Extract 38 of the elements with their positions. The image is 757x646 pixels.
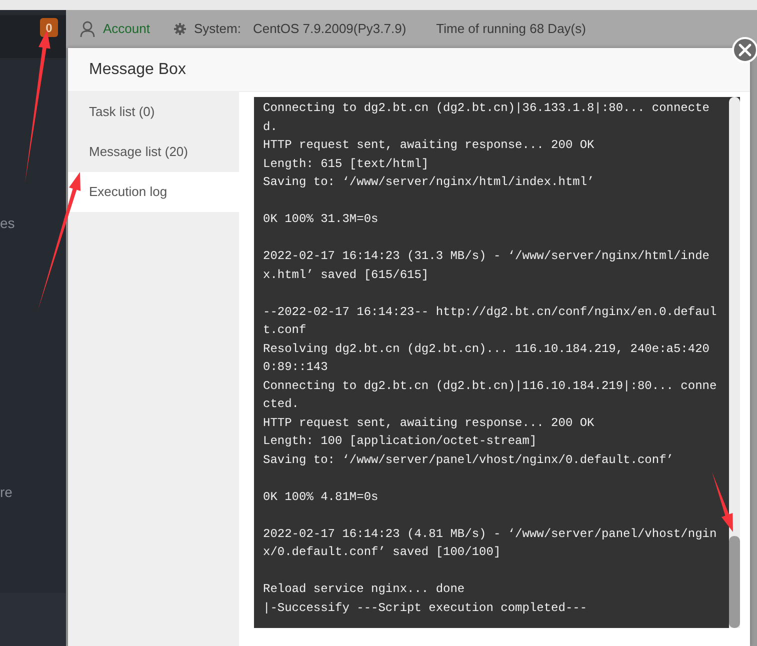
account-link[interactable]: Account xyxy=(103,19,150,39)
log-line: --2022-02-17 16:14:23-- http://dg2.bt.cn/conf/nginx/en.0.defaul xyxy=(263,304,718,320)
settings-icon xyxy=(174,23,186,35)
tab[interactable]: Task list (0) xyxy=(68,92,239,132)
log-line: cted. xyxy=(263,396,300,413)
log-line: 2022-02-17 16:14:23 (4.81 MB/s) - ‘/www/server/panel/vhost/ngin xyxy=(263,526,718,542)
scrollbar[interactable] xyxy=(729,97,740,628)
log-line: 2022-02-17 16:14:23 (31.3 MB/s) - ‘/www/server/nginx/html/inde xyxy=(263,248,710,265)
log-line: x/0.default.conf’ saved [100/100] xyxy=(263,544,502,561)
log-line: Connecting to dg2.bt.cn (dg2.bt.cn)|116.10.184.219|:80... conne xyxy=(263,378,718,394)
tab[interactable]: Message list (20) xyxy=(68,132,239,172)
log-line: HTTP request sent, awaiting response... 200 OK xyxy=(263,414,596,432)
log-line: Connecting to dg2.bt.cn (dg2.bt.cn)|36.133.1.8|:80... connecte xyxy=(263,100,710,117)
log-line: d. xyxy=(263,118,278,136)
sidebar-item[interactable]: re xyxy=(0,482,12,503)
log-line: Reload service nginx... done xyxy=(263,581,466,598)
close-icon xyxy=(738,43,752,57)
log-line: 0:89::143 xyxy=(263,359,329,376)
tab[interactable]: Execution log xyxy=(68,172,239,212)
log-line: Saving to: ‘/www/server/nginx/html/index.html’ xyxy=(263,174,596,191)
log-line: Length: 100 [application/octet-stream] xyxy=(263,433,538,450)
sidebar-item[interactable]: es xyxy=(0,213,15,234)
dialog-title: Message Box xyxy=(89,60,186,80)
log-line: 0K 100% 31.3M=0s xyxy=(263,211,380,228)
log-line: HTTP request sent, awaiting response... 200 OK xyxy=(263,137,596,154)
user-icon xyxy=(80,21,95,37)
log-line: Saving to: ‘/www/server/panel/vhost/nginx/0.default.conf’ xyxy=(263,452,674,468)
notification-badge[interactable]: 0 xyxy=(40,18,58,37)
log-line: Resolving dg2.bt.cn (dg2.bt.cn)... 116.10.184.219, 240e:a5:420 xyxy=(263,340,710,358)
system-label: System: xyxy=(194,20,241,38)
log-line: t.conf xyxy=(263,322,308,339)
uptime-text: Time of running 68 Day(s) xyxy=(436,20,586,38)
log-line: 0K 100% 4.81M=0s xyxy=(263,488,380,506)
scrollbar-thumb[interactable] xyxy=(729,536,740,628)
log-line: x.html’ saved [615/615] xyxy=(263,266,430,284)
log-line: Length: 615 [text/html] xyxy=(263,156,430,172)
log-line: |-Successify ---Script execution completed--- xyxy=(263,600,588,616)
system-value: CentOS 7.9.2009(Py3.7.9) xyxy=(252,20,406,38)
